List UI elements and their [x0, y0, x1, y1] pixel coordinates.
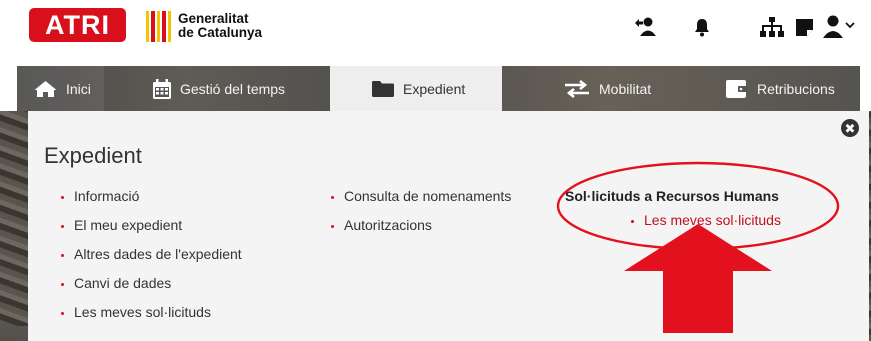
- menu-item-canvi-de-dades[interactable]: Canvi de dades: [58, 275, 242, 304]
- menu-item-informacio[interactable]: Informació: [58, 188, 242, 217]
- tab-inici[interactable]: Inici: [17, 66, 104, 111]
- tab-retribucions[interactable]: Retribucions: [726, 66, 856, 111]
- generalitat-logo[interactable]: Generalitat de Catalunya: [146, 9, 262, 43]
- tab-mobilitat-label: Mobilitat: [599, 80, 652, 97]
- home-icon: [34, 80, 57, 98]
- menu-item-les-meves-sollicituds[interactable]: Les meves sol·licituds: [58, 304, 242, 333]
- user-menu-icon[interactable]: [822, 14, 856, 40]
- menu-item-altres-dades[interactable]: Altres dades de l'expedient: [58, 246, 242, 275]
- calendar-icon: [153, 78, 171, 99]
- atri-logo[interactable]: ATRI: [29, 8, 126, 42]
- tab-mobilitat[interactable]: Mobilitat: [564, 66, 674, 111]
- user-switch-icon[interactable]: [632, 14, 660, 40]
- rh-link-les-meves-sollicituds[interactable]: Les meves sol·licituds: [628, 212, 781, 228]
- menu-item-consulta-nomenaments[interactable]: Consulta de nomenaments: [328, 188, 511, 217]
- org-chart-icon[interactable]: [759, 14, 785, 40]
- tab-gestio-label: Gestió del temps: [180, 80, 286, 97]
- generalitat-emblem-icon: [146, 10, 172, 42]
- folder-icon: [372, 80, 394, 97]
- panel-title: Expedient: [44, 143, 142, 168]
- bell-icon[interactable]: [691, 14, 713, 40]
- tab-inici-label: Inici: [66, 80, 91, 97]
- wallet-icon: [726, 79, 748, 98]
- tab-retribucions-label: Retribucions: [757, 80, 835, 97]
- tab-expedient[interactable]: Expedient: [330, 66, 502, 111]
- tab-gestio-del-temps[interactable]: Gestió del temps: [153, 66, 323, 111]
- institution-line-2: de Catalunya: [178, 25, 263, 40]
- menu-column-1: Informació El meu expedient Altres dades…: [58, 188, 242, 333]
- background-photo-left-strip: [0, 111, 28, 326]
- sticky-note-icon[interactable]: [793, 14, 815, 40]
- exchange-arrows-icon: [564, 79, 590, 98]
- main-nav-bar: Inici Gestió del temps Expedient Mobilit…: [17, 66, 860, 111]
- menu-column-2: Consulta de nomenaments Autoritzacions: [328, 188, 511, 246]
- institution-line-1: Generalitat: [178, 11, 249, 26]
- menu-item-autoritzacions[interactable]: Autoritzacions: [328, 217, 511, 246]
- tab-expedient-label: Expedient: [403, 80, 466, 97]
- rh-section-heading: Sol·licituds a Recursos Humans: [565, 188, 779, 204]
- top-header: ATRI Generalitat de Catalunya: [0, 0, 871, 58]
- close-icon[interactable]: ✖: [841, 119, 859, 137]
- menu-item-el-meu-expedient[interactable]: El meu expedient: [58, 217, 242, 246]
